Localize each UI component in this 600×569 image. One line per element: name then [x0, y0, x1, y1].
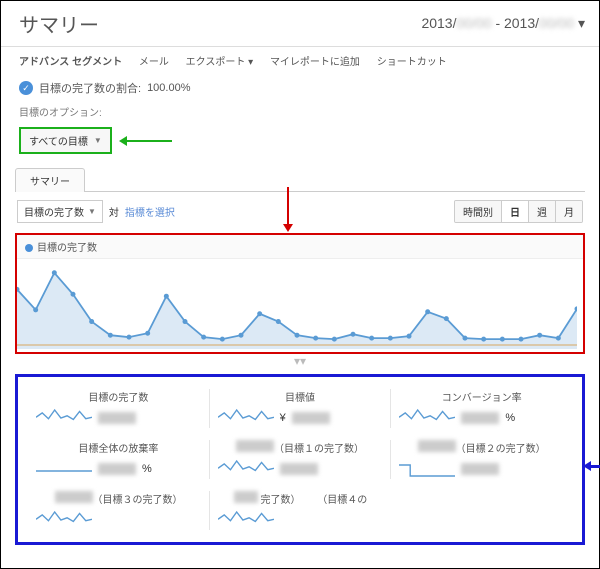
metric-value-hidden: [292, 412, 330, 424]
nav-shortcut[interactable]: ショートカット: [377, 57, 447, 68]
metric-conversion-rate[interactable]: コンバージョン率 %: [390, 389, 572, 428]
chevron-down-icon: ▼: [94, 136, 102, 145]
metric-value-hidden: [98, 463, 136, 475]
metric-label: （目標１の完了数）: [274, 444, 364, 455]
goal-icon: ✓: [19, 81, 33, 95]
metric-label: 目標値: [218, 389, 383, 404]
sparkline: [218, 510, 274, 530]
chart-container: 目標の完了数: [15, 233, 585, 354]
goal-name-hidden: [55, 491, 93, 503]
metric-goal3[interactable]: （目標３の完了数）: [28, 491, 209, 530]
metric-label: （目標３の完了数）: [93, 495, 183, 506]
nav-email[interactable]: メール: [139, 57, 169, 68]
kpi-label: 目標の完了数の割合:: [39, 80, 141, 96]
metric-goal1[interactable]: （目標１の完了数）: [209, 440, 391, 479]
granularity-month[interactable]: 月: [555, 201, 582, 222]
granularity-week[interactable]: 週: [528, 201, 555, 222]
metric-label: 完了数）: [261, 495, 301, 506]
primary-metric-select[interactable]: 目標の完了数 ▼: [17, 200, 103, 223]
metric-abandon-rate[interactable]: 目標全体の放棄率 %: [28, 440, 209, 479]
metrics-panel: 目標の完了数 目標値 ¥ コンバージョン率 % 目標全体の放棄率 % （目標１の…: [15, 374, 585, 545]
goal-name-hidden: [234, 491, 258, 503]
metric-prefix: ¥: [280, 412, 286, 424]
sparkline: [36, 510, 92, 530]
metric-value-hidden: [461, 412, 499, 424]
metric-suffix: %: [505, 412, 515, 424]
metric-value-hidden: [280, 463, 318, 475]
kpi-value: 100.00%: [147, 82, 190, 94]
date-to-hidden: 00/00: [539, 15, 574, 31]
tab-summary[interactable]: サマリー: [15, 168, 85, 192]
date-sep: - 2013/: [495, 15, 539, 31]
nav-export[interactable]: エクスポート ▾: [186, 57, 254, 68]
goal-name-hidden: [418, 440, 456, 452]
granularity-hourly[interactable]: 時間別: [455, 201, 501, 222]
granularity-day[interactable]: 日: [501, 201, 528, 222]
goal-option-label: 目標のオプション:: [1, 102, 599, 121]
metric-goal2[interactable]: （目標２の完了数）: [390, 440, 572, 479]
sparkline: [218, 459, 274, 479]
metric-value-hidden: [98, 412, 136, 424]
sparkline: [218, 408, 274, 428]
chevron-down-icon: ▼: [88, 207, 96, 216]
goal-select-dropdown[interactable]: すべての目標 ▼: [19, 127, 112, 154]
line-chart[interactable]: [17, 259, 577, 349]
nav-advanced-segment[interactable]: アドバンス セグメント: [19, 57, 122, 68]
resize-grip-icon[interactable]: ▾▾: [1, 354, 599, 368]
add-metric-link[interactable]: 指標を選択: [125, 204, 175, 219]
metric-label: コンバージョン率: [399, 389, 564, 404]
granularity-toggle: 時間別 日 週 月: [454, 200, 583, 223]
metric-label: 目標の完了数: [36, 389, 201, 404]
goal-select-value: すべての目標: [29, 133, 88, 148]
goal-name-hidden: [236, 440, 274, 452]
secondary-nav: アドバンス セグメント メール エクスポート ▾ マイレポートに追加 ショートカ…: [1, 47, 599, 74]
metric-goal4[interactable]: 完了数） （目標４の: [209, 491, 391, 530]
vs-label: 対: [109, 204, 119, 219]
nav-add-report[interactable]: マイレポートに追加: [270, 57, 360, 68]
sparkline: [36, 459, 92, 479]
legend-dot-icon: [25, 244, 33, 252]
annotation-green-arrow: [122, 140, 172, 142]
metric-label: （目標２の完了数）: [456, 444, 546, 455]
date-range[interactable]: 2013/00/00 - 2013/00/00 ▾: [421, 15, 585, 32]
metric-select-value: 目標の完了数: [24, 204, 84, 219]
chart-legend: 目標の完了数: [17, 235, 583, 259]
metric-completions[interactable]: 目標の完了数: [28, 389, 209, 428]
annotation-red-arrow: [287, 187, 289, 229]
metric-label: 目標全体の放棄率: [36, 440, 201, 455]
sparkline: [399, 459, 455, 479]
metric-label-cont: （目標４の: [317, 495, 367, 506]
chart-legend-label: 目標の完了数: [37, 243, 97, 254]
date-from-prefix: 2013/: [421, 15, 456, 31]
sparkline: [399, 408, 455, 428]
date-from-hidden: 00/00: [457, 15, 492, 31]
page-title: サマリー: [19, 9, 99, 38]
metric-value-hidden: [461, 463, 499, 475]
sparkline: [36, 408, 92, 428]
metric-value[interactable]: 目標値 ¥: [209, 389, 391, 428]
metric-suffix: %: [142, 463, 152, 475]
annotation-blue-arrow: [586, 465, 600, 468]
